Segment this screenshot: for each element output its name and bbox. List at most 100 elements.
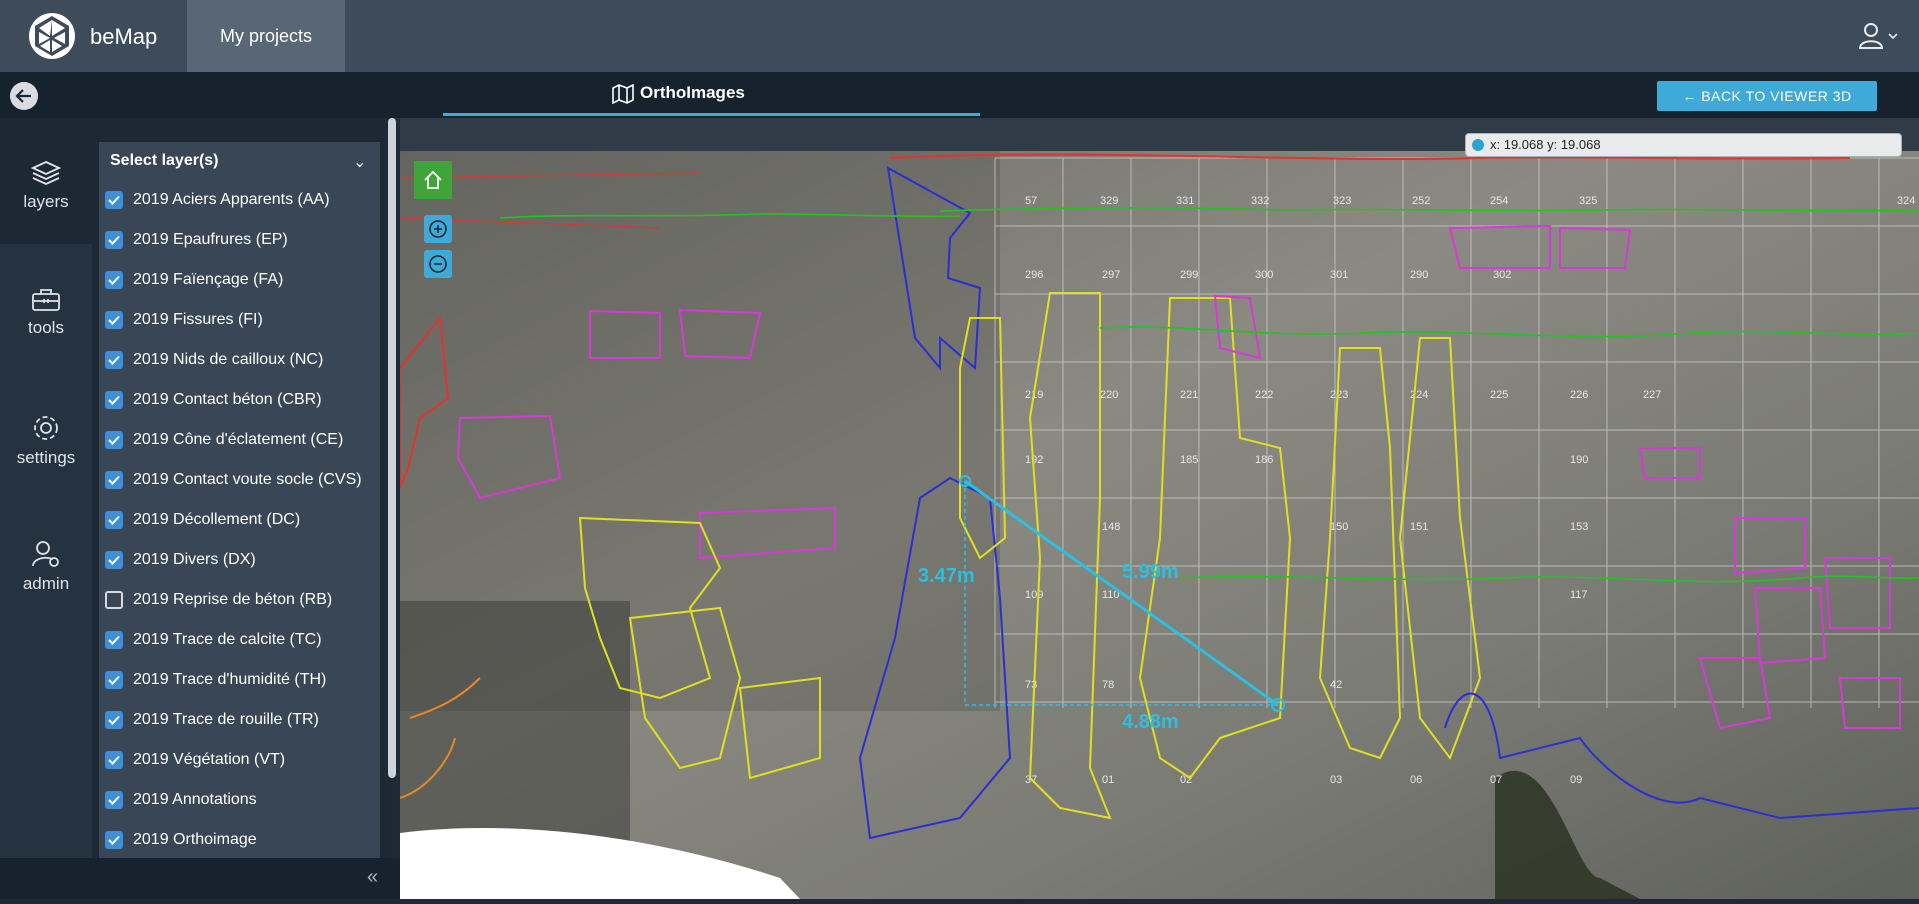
layer-checkbox[interactable]: [105, 391, 123, 409]
layer-label: 2019 Aciers Apparents (AA): [133, 191, 330, 208]
layer-item[interactable]: 2019 Aciers Apparents (AA): [105, 186, 330, 214]
grid-cell-label: 42: [1330, 679, 1342, 691]
rail-item-admin[interactable]: admin: [0, 540, 92, 594]
layer-item[interactable]: 2019 Cône d'éclatement (CE): [105, 426, 343, 454]
layer-checkbox[interactable]: [105, 191, 123, 209]
grid-cell-label: 302: [1493, 269, 1511, 281]
home-button[interactable]: [414, 161, 452, 199]
grid-cell-label: 301: [1330, 269, 1348, 281]
grid-cell-label: 325: [1579, 195, 1597, 207]
layer-checkbox[interactable]: [105, 231, 123, 249]
layer-checkbox[interactable]: [105, 431, 123, 449]
check-icon: [108, 435, 120, 445]
user-menu-icon[interactable]: [1857, 22, 1901, 50]
grid-cell-label: 148: [1102, 521, 1120, 533]
layer-checkbox[interactable]: [105, 511, 123, 529]
rail-label-settings: settings: [16, 448, 76, 467]
grid-cell-label: 299: [1180, 269, 1198, 281]
rail-label-admin: admin: [22, 574, 70, 593]
layer-checkbox[interactable]: [105, 711, 123, 729]
user-gear-icon: [32, 541, 59, 567]
layer-item[interactable]: 2019 Contact voute socle (CVS): [105, 466, 362, 494]
check-icon: [108, 515, 120, 525]
layer-checkbox[interactable]: [105, 311, 123, 329]
check-icon: [108, 395, 120, 405]
layer-item[interactable]: 2019 Orthoimage: [105, 826, 257, 854]
layer-item[interactable]: 2019 Fissures (FI): [105, 306, 263, 334]
layer-label: 2019 Annotations: [133, 791, 257, 808]
layer-checkbox[interactable]: [105, 471, 123, 489]
layer-label: 2019 Contact béton (CBR): [133, 391, 322, 408]
layer-label: 2019 Trace d'humidité (TH): [133, 671, 327, 688]
active-tab-indicator: [443, 113, 980, 116]
layer-checkbox[interactable]: [105, 751, 123, 769]
layer-item[interactable]: 2019 Annotations: [105, 786, 257, 814]
rail-item-settings[interactable]: settings: [0, 414, 92, 468]
grid-cell-label: 324: [1897, 195, 1915, 207]
back-arrow-icon[interactable]: [10, 82, 38, 110]
rail-item-tools[interactable]: tools: [0, 288, 92, 338]
layer-label: 2019 Divers (DX): [133, 551, 256, 568]
gear-icon: [34, 416, 58, 440]
grid-cell-label: 226: [1570, 389, 1588, 401]
check-icon: [108, 715, 120, 725]
layer-item[interactable]: 2019 Reprise de béton (RB): [105, 586, 332, 614]
layer-label: 2019 Contact voute socle (CVS): [133, 471, 362, 488]
ortho-viewer[interactable]: 57 329 331 332 323 252 254 325 324 296 297 299 300 30…: [399, 118, 1919, 901]
location-dot-icon: [1472, 139, 1484, 151]
check-icon: [108, 755, 120, 765]
rail-item-layers[interactable]: layers: [0, 160, 92, 212]
layer-label: 2019 Faïençage (FA): [133, 271, 284, 288]
grid-cell-label: 223: [1330, 389, 1348, 401]
layer-item[interactable]: 2019 Nids de cailloux (NC): [105, 346, 323, 374]
layer-label: 2019 Fissures (FI): [133, 311, 263, 328]
layer-item[interactable]: 2019 Contact béton (CBR): [105, 386, 322, 414]
layer-checkbox[interactable]: [105, 631, 123, 649]
layer-checkbox[interactable]: [105, 671, 123, 689]
check-icon: [108, 275, 120, 285]
grid-cell-label: 225: [1490, 389, 1508, 401]
layer-label: 2019 Reprise de béton (RB): [133, 591, 333, 608]
layer-label: 2019 Cône d'éclatement (CE): [133, 431, 344, 448]
grid-cell-label: 186: [1255, 454, 1273, 466]
grid-cell-label: 300: [1255, 269, 1273, 281]
layer-item[interactable]: 2019 Trace de calcite (TC): [105, 626, 322, 654]
layer-item[interactable]: 2019 Divers (DX): [105, 546, 256, 574]
check-icon: [108, 555, 120, 565]
grid-cell-label: 01: [1102, 774, 1114, 786]
layer-checkbox[interactable]: [105, 831, 123, 849]
back-to-viewer-3d-button[interactable]: ← BACK TO VIEWER 3D: [1657, 81, 1877, 111]
orthoimage-canvas[interactable]: 57 329 331 332 323 252 254 325 324 296 297 299 300 30…: [399, 118, 1919, 901]
select-layers-header[interactable]: Select layer(s): [110, 152, 219, 170]
nav-tab-my-projects[interactable]: My projects: [187, 0, 345, 72]
grid-cell-label: 332: [1251, 195, 1269, 207]
layer-item[interactable]: 2019 Faïençage (FA): [105, 266, 283, 294]
layer-item[interactable]: 2019 Trace d'humidité (TH): [105, 666, 326, 694]
chevron-down-icon[interactable]: ⌄: [353, 152, 366, 172]
grid-cell-label: 57: [1025, 195, 1037, 207]
layer-item[interactable]: 2019 Décollement (DC): [105, 506, 300, 534]
grid-cell-label: 78: [1102, 679, 1114, 691]
layer-label: 2019 Trace de calcite (TC): [133, 631, 322, 648]
layer-item[interactable]: 2019 Trace de rouille (TR): [105, 706, 319, 734]
layer-item[interactable]: 2019 Végétation (VT): [105, 746, 285, 774]
layer-item[interactable]: 2019 Epaufrures (EP): [105, 226, 288, 254]
layer-checkbox[interactable]: [105, 551, 123, 569]
grid-cell-label: 221: [1180, 389, 1198, 401]
layer-checkbox[interactable]: [105, 351, 123, 369]
zoom-in-button[interactable]: [424, 215, 452, 243]
bemap-logo-icon[interactable]: [28, 12, 76, 60]
check-icon: [108, 795, 120, 805]
layer-checkbox[interactable]: [105, 271, 123, 289]
grid-cell-label: 290: [1410, 269, 1428, 281]
layer-checkbox[interactable]: [105, 791, 123, 809]
layer-label: 2019 Trace de rouille (TR): [133, 711, 319, 728]
arrow-left-icon: ←: [1682, 88, 1702, 104]
collapse-panel-icon[interactable]: «: [367, 866, 378, 889]
grid-cell-label: 190: [1570, 454, 1588, 466]
zoom-out-button[interactable]: [424, 250, 452, 278]
grid-cell-label: 224: [1410, 389, 1428, 401]
tab-orthoimages[interactable]: OrthoImages: [640, 83, 745, 103]
panel-scrollbar[interactable]: [388, 118, 396, 778]
layer-checkbox[interactable]: [105, 591, 123, 609]
